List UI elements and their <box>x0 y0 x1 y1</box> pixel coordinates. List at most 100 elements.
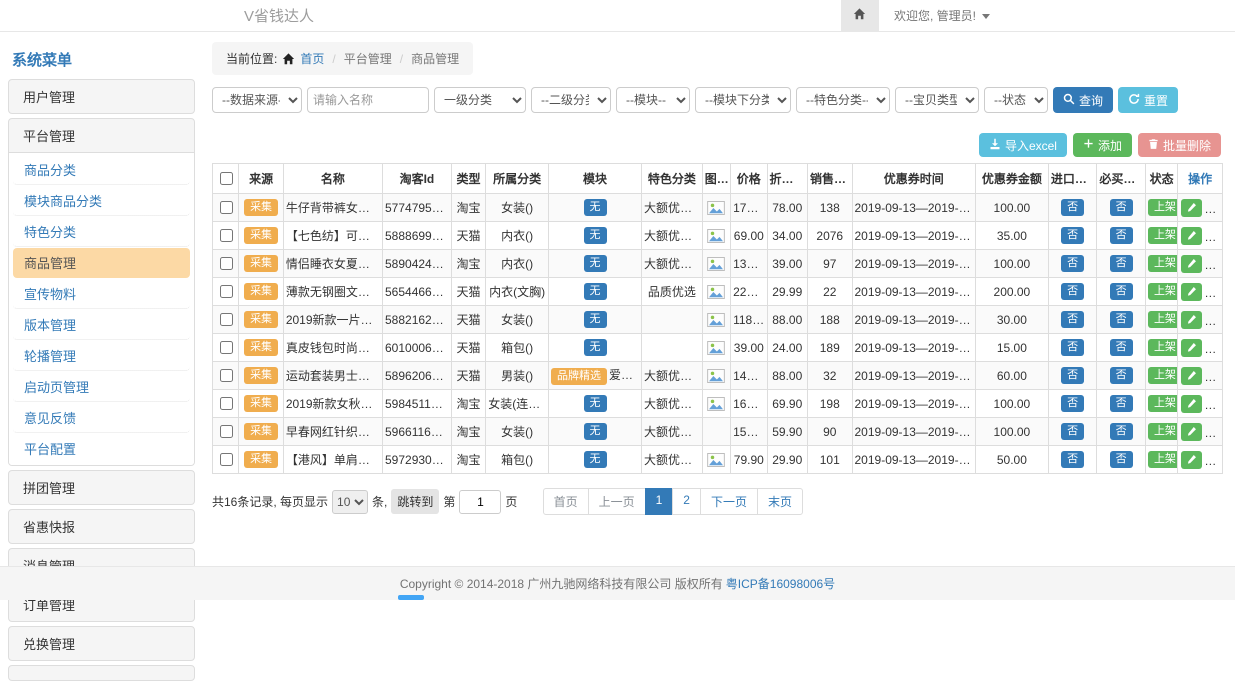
row-checkbox[interactable] <box>220 425 233 438</box>
must-buy-badge[interactable]: 否 <box>1110 367 1133 384</box>
row-checkbox[interactable] <box>220 369 233 382</box>
row-checkbox[interactable] <box>220 397 233 410</box>
row-checkbox[interactable] <box>220 257 233 270</box>
imported-badge[interactable]: 否 <box>1061 255 1084 272</box>
status-badge[interactable]: 上架 <box>1148 227 1178 244</box>
imported-badge[interactable]: 否 <box>1061 199 1084 216</box>
page-size-select[interactable]: 10 <box>332 490 368 514</box>
row-checkbox[interactable] <box>220 229 233 242</box>
imported-badge[interactable]: 否 <box>1061 339 1084 356</box>
must-buy-badge[interactable]: 否 <box>1110 227 1133 244</box>
filter-select[interactable]: --状态-- <box>984 87 1048 113</box>
import-excel-button[interactable]: 导入excel <box>979 133 1067 157</box>
filter-select[interactable]: --二级分类-- <box>531 87 611 113</box>
edit-button[interactable] <box>1181 367 1202 385</box>
edit-button[interactable] <box>1181 311 1202 329</box>
imported-badge[interactable]: 否 <box>1061 311 1084 328</box>
row-checkbox[interactable] <box>220 285 233 298</box>
sidebar-section-header[interactable]: 平台管理 <box>9 119 194 152</box>
sidebar-item[interactable]: 特色分类 <box>13 217 190 247</box>
row-checkbox[interactable] <box>220 313 233 326</box>
filter-select[interactable]: --模块-- <box>616 87 690 113</box>
filter-select[interactable]: --特色分类-- <box>796 87 890 113</box>
search-button[interactable]: 查询 <box>1053 87 1113 113</box>
status-badge[interactable]: 上架 <box>1148 199 1178 216</box>
status-badge[interactable]: 上架 <box>1148 451 1178 468</box>
edit-button[interactable] <box>1181 339 1202 357</box>
must-buy-badge[interactable]: 否 <box>1110 339 1133 356</box>
filter-select[interactable]: 一级分类 <box>434 87 526 113</box>
icp-link[interactable]: 粤ICP备16098006号 <box>726 575 835 592</box>
status-badge[interactable]: 上架 <box>1148 367 1178 384</box>
status-badge[interactable]: 上架 <box>1148 423 1178 440</box>
imported-badge[interactable]: 否 <box>1061 451 1084 468</box>
home-button[interactable] <box>841 0 879 31</box>
imported-badge[interactable]: 否 <box>1061 423 1084 440</box>
edit-button[interactable] <box>1181 423 1202 441</box>
edit-button[interactable] <box>1181 395 1202 413</box>
edit-button[interactable] <box>1181 451 1202 469</box>
status-badge[interactable]: 上架 <box>1148 283 1178 300</box>
horizontal-scrollbar-thumb[interactable] <box>398 595 424 600</box>
status-badge[interactable]: 上架 <box>1148 255 1178 272</box>
must-buy-badge[interactable]: 否 <box>1110 423 1133 440</box>
select-all-checkbox[interactable] <box>220 172 233 185</box>
row-checkbox[interactable] <box>220 453 233 466</box>
sidebar-section-header[interactable]: 用户管理 <box>9 80 194 113</box>
user-menu[interactable]: 欢迎您, 管理员! <box>879 0 1005 31</box>
breadcrumb-home-link[interactable]: 首页 <box>300 50 324 67</box>
row-checkbox[interactable] <box>220 201 233 214</box>
page-button[interactable]: 下一页 <box>700 488 758 515</box>
imported-badge[interactable]: 否 <box>1061 227 1084 244</box>
filter-select[interactable]: --模块下分类-- <box>695 87 791 113</box>
sidebar-item[interactable]: 意见反馈 <box>13 403 190 433</box>
row-checkbox[interactable] <box>220 341 233 354</box>
must-buy-badge[interactable]: 否 <box>1110 199 1133 216</box>
sidebar-item[interactable]: 商品管理 <box>13 248 190 278</box>
page-button[interactable]: 末页 <box>757 488 803 515</box>
sidebar-item[interactable]: 平台配置 <box>13 434 190 463</box>
page-button[interactable]: 1 <box>645 488 674 515</box>
status-badge[interactable]: 上架 <box>1148 339 1178 356</box>
must-buy-badge[interactable]: 否 <box>1110 255 1133 272</box>
must-buy-badge[interactable]: 否 <box>1110 451 1133 468</box>
filter-select[interactable]: --数据来源-- <box>212 87 302 113</box>
add-button[interactable]: 添加 <box>1073 133 1132 157</box>
cell-price: 178.00 <box>731 194 767 222</box>
sidebar-section-header[interactable]: 拼团管理 <box>9 471 194 504</box>
sidebar-item[interactable]: 商品分类 <box>13 155 190 185</box>
cell-module: 无 <box>548 194 641 222</box>
reset-button[interactable]: 重置 <box>1118 87 1178 113</box>
sidebar-item[interactable]: 宣传物料 <box>13 279 190 309</box>
imported-badge[interactable]: 否 <box>1061 283 1084 300</box>
name-search-input[interactable] <box>307 87 429 113</box>
sidebar-section-header[interactable]: 省惠快报 <box>9 510 194 543</box>
page-button[interactable]: 首页 <box>543 488 589 515</box>
jump-button[interactable]: 跳转到 <box>391 489 439 514</box>
page-jump-input[interactable] <box>459 490 501 514</box>
status-badge[interactable]: 上架 <box>1148 311 1178 328</box>
page-button[interactable]: 2 <box>672 488 701 515</box>
edit-button[interactable] <box>1181 255 1202 273</box>
records-summary-unit: 条, <box>372 493 387 510</box>
cell-feature: 大额优惠券 <box>642 446 703 474</box>
imported-badge[interactable]: 否 <box>1061 395 1084 412</box>
filter-select[interactable]: --宝贝类型-- <box>895 87 979 113</box>
sidebar-section-header[interactable] <box>9 666 194 680</box>
sidebar-item[interactable]: 版本管理 <box>13 310 190 340</box>
bulk-delete-button[interactable]: 批量删除 <box>1138 133 1221 157</box>
sidebar-section-header[interactable]: 兑换管理 <box>9 627 194 660</box>
must-buy-badge[interactable]: 否 <box>1110 311 1133 328</box>
page-button[interactable]: 上一页 <box>588 488 646 515</box>
must-buy-badge[interactable]: 否 <box>1110 283 1133 300</box>
status-badge[interactable]: 上架 <box>1148 395 1178 412</box>
imported-badge[interactable]: 否 <box>1061 367 1084 384</box>
sidebar-item[interactable]: 启动页管理 <box>13 372 190 402</box>
cell-price: 148.00 <box>731 362 767 390</box>
sidebar-item[interactable]: 轮播管理 <box>13 341 190 371</box>
edit-button[interactable] <box>1181 199 1202 217</box>
must-buy-badge[interactable]: 否 <box>1110 395 1133 412</box>
edit-button[interactable] <box>1181 283 1202 301</box>
sidebar-item[interactable]: 模块商品分类 <box>13 186 190 216</box>
edit-button[interactable] <box>1181 227 1202 245</box>
